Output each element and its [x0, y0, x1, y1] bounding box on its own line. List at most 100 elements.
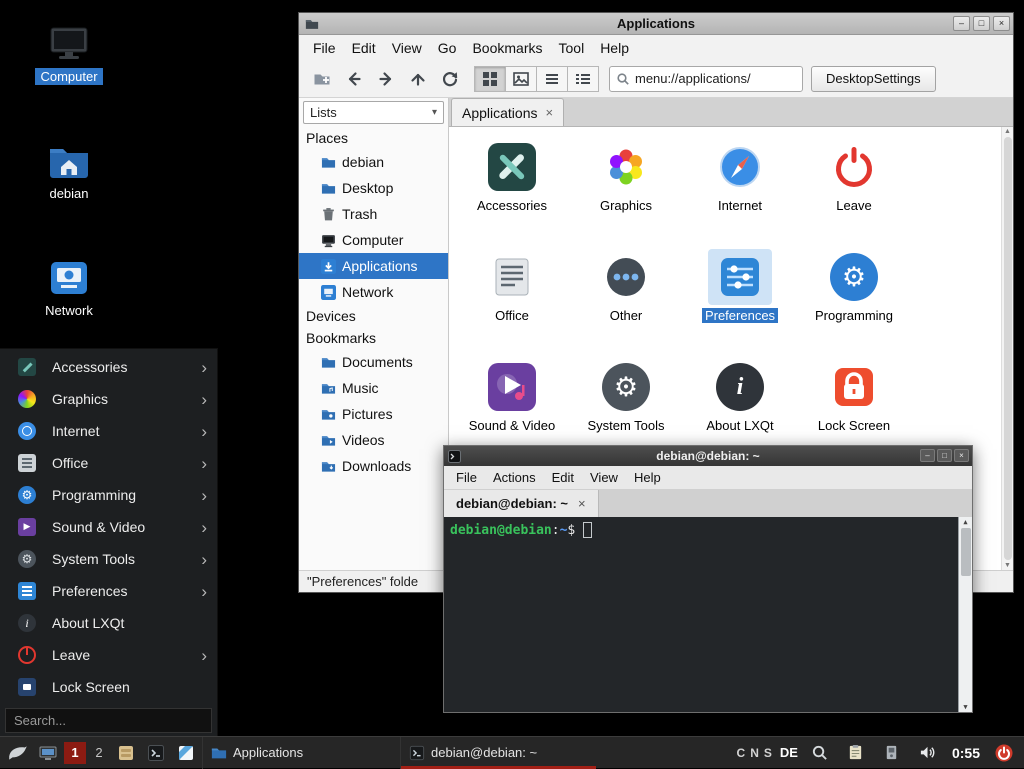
term-menu-actions[interactable]: Actions	[485, 468, 544, 487]
power-button[interactable]	[990, 739, 1018, 767]
fm-menu-edit[interactable]: Edit	[344, 37, 384, 59]
desktop-settings-button[interactable]: DesktopSettings	[811, 66, 936, 92]
app-menu-item-lock-screen[interactable]: Lock Screen	[0, 671, 217, 703]
fm-item-office[interactable]: Office	[455, 249, 569, 359]
task-terminal[interactable]: debian@debian: ~	[400, 737, 596, 769]
show-desktop-button[interactable]	[34, 739, 62, 767]
minimize-button[interactable]: –	[920, 449, 935, 462]
refresh-button[interactable]	[435, 65, 465, 93]
term-menu-edit[interactable]: Edit	[544, 468, 582, 487]
scroll-thumb[interactable]	[1004, 137, 1012, 560]
fm-scrollbar[interactable]: ▲ ▼	[1001, 127, 1013, 570]
app-menu-item-sound-video[interactable]: Sound & Video ›	[0, 511, 217, 543]
scroll-down-icon[interactable]: ▼	[963, 703, 967, 711]
app-menu-item-system-tools[interactable]: System Tools ›	[0, 543, 217, 575]
clock[interactable]: 0:55	[952, 745, 980, 761]
magnifier-tray-icon[interactable]	[806, 739, 834, 767]
bookmark-downloads[interactable]: Downloads	[299, 453, 448, 479]
terminal-scrollbar[interactable]: ▲ ▼	[958, 517, 972, 712]
close-button[interactable]: ×	[993, 16, 1010, 31]
new-tab-button[interactable]	[307, 65, 337, 93]
fm-tab-applications[interactable]: Applications ×	[451, 98, 564, 126]
fm-item-leave[interactable]: Leave	[797, 139, 911, 249]
sidebar-mode-combo[interactable]: Lists ▾	[303, 101, 444, 124]
app-menu-item-leave[interactable]: Leave ›	[0, 639, 217, 671]
term-menu-file[interactable]: File	[448, 468, 485, 487]
removable-media-tray-icon[interactable]	[878, 739, 906, 767]
scroll-down-icon[interactable]: ▼	[1004, 562, 1011, 569]
icon-view-button[interactable]	[474, 66, 506, 92]
place-computer[interactable]: Computer	[299, 227, 448, 253]
terminal-titlebar[interactable]: debian@debian: ~ – □ ×	[444, 446, 972, 466]
fm-item-other[interactable]: Other	[569, 249, 683, 359]
scroll-up-icon[interactable]: ▲	[1004, 128, 1011, 135]
place-debian[interactable]: debian	[299, 149, 448, 175]
fm-menu-tool[interactable]: Tool	[551, 37, 593, 59]
desktop-icon-computer[interactable]: Computer	[26, 24, 112, 85]
place-desktop[interactable]: Desktop	[299, 175, 448, 201]
maximize-button[interactable]: □	[937, 449, 952, 462]
search-input[interactable]	[6, 713, 211, 728]
places-header[interactable]: Places	[299, 127, 448, 149]
devices-header[interactable]: Devices	[299, 305, 448, 327]
fm-item-accessories[interactable]: Accessories	[455, 139, 569, 249]
terminal-launcher[interactable]	[142, 739, 170, 767]
num-lock-indicator: N	[750, 746, 759, 760]
detail-view-button[interactable]	[567, 66, 599, 92]
bookmark-pictures[interactable]: Pictures	[299, 401, 448, 427]
workspace-2-button[interactable]: 2	[88, 742, 110, 764]
app-menu-item-preferences[interactable]: Preferences ›	[0, 575, 217, 607]
desktop-icon-network[interactable]: Network	[26, 258, 112, 319]
app-menu-item-office[interactable]: Office ›	[0, 447, 217, 479]
volume-tray-icon[interactable]	[914, 739, 942, 767]
close-button[interactable]: ×	[954, 449, 969, 462]
path-bar[interactable]: menu://applications/	[609, 66, 803, 92]
app-menu-item-programming[interactable]: Programming ›	[0, 479, 217, 511]
place-applications[interactable]: Applications	[299, 253, 448, 279]
fm-item-preferences[interactable]: Preferences	[683, 249, 797, 359]
fm-menu-file[interactable]: File	[305, 37, 344, 59]
terminal-tab[interactable]: debian@debian: ~ ×	[444, 490, 599, 517]
fm-titlebar[interactable]: Applications – □ ×	[299, 13, 1013, 35]
thumbnail-view-button[interactable]	[505, 66, 537, 92]
fm-item-internet[interactable]: Internet	[683, 139, 797, 249]
maximize-button[interactable]: □	[973, 16, 990, 31]
fm-menu-bookmarks[interactable]: Bookmarks	[464, 37, 550, 59]
taskbar: 1 2 Applications debian@debian: ~ C N S …	[0, 736, 1024, 768]
bookmark-music[interactable]: Music	[299, 375, 448, 401]
app-menu-button[interactable]	[4, 739, 32, 767]
compact-view-button[interactable]	[536, 66, 568, 92]
minimize-button[interactable]: –	[953, 16, 970, 31]
scroll-thumb[interactable]	[961, 528, 971, 576]
scroll-up-icon[interactable]: ▲	[963, 518, 967, 526]
task-applications[interactable]: Applications	[202, 737, 398, 769]
fm-menu-go[interactable]: Go	[430, 37, 465, 59]
app-menu-item-accessories[interactable]: Accessories ›	[0, 351, 217, 383]
bookmarks-header[interactable]: Bookmarks	[299, 327, 448, 349]
term-menu-help[interactable]: Help	[626, 468, 669, 487]
forward-button[interactable]	[371, 65, 401, 93]
bookmark-videos[interactable]: Videos	[299, 427, 448, 453]
tab-close-icon[interactable]: ×	[546, 105, 554, 120]
fm-menu-view[interactable]: View	[384, 37, 430, 59]
bookmark-documents[interactable]: Documents	[299, 349, 448, 375]
place-trash[interactable]: Trash	[299, 201, 448, 227]
file-manager-launcher[interactable]	[112, 739, 140, 767]
app-menu-item-graphics[interactable]: Graphics ›	[0, 383, 217, 415]
clipboard-tray-icon[interactable]	[842, 739, 870, 767]
fm-item-graphics[interactable]: Graphics	[569, 139, 683, 249]
tab-close-icon[interactable]: ×	[578, 496, 586, 511]
text-editor-launcher[interactable]	[172, 739, 200, 767]
fm-item-programming[interactable]: ⚙ Programming	[797, 249, 911, 359]
back-button[interactable]	[339, 65, 369, 93]
keyboard-indicator[interactable]: C N S DE	[737, 745, 798, 760]
terminal-output[interactable]: debian@debian:~$ ▲ ▼	[444, 517, 972, 712]
workspace-1-button[interactable]: 1	[64, 742, 86, 764]
up-button[interactable]	[403, 65, 433, 93]
term-menu-view[interactable]: View	[582, 468, 626, 487]
app-menu-item-about-lxqt[interactable]: About LXQt	[0, 607, 217, 639]
desktop-icon-debian[interactable]: debian	[26, 141, 112, 202]
app-menu-item-internet[interactable]: Internet ›	[0, 415, 217, 447]
place-network[interactable]: Network	[299, 279, 448, 305]
fm-menu-help[interactable]: Help	[592, 37, 637, 59]
